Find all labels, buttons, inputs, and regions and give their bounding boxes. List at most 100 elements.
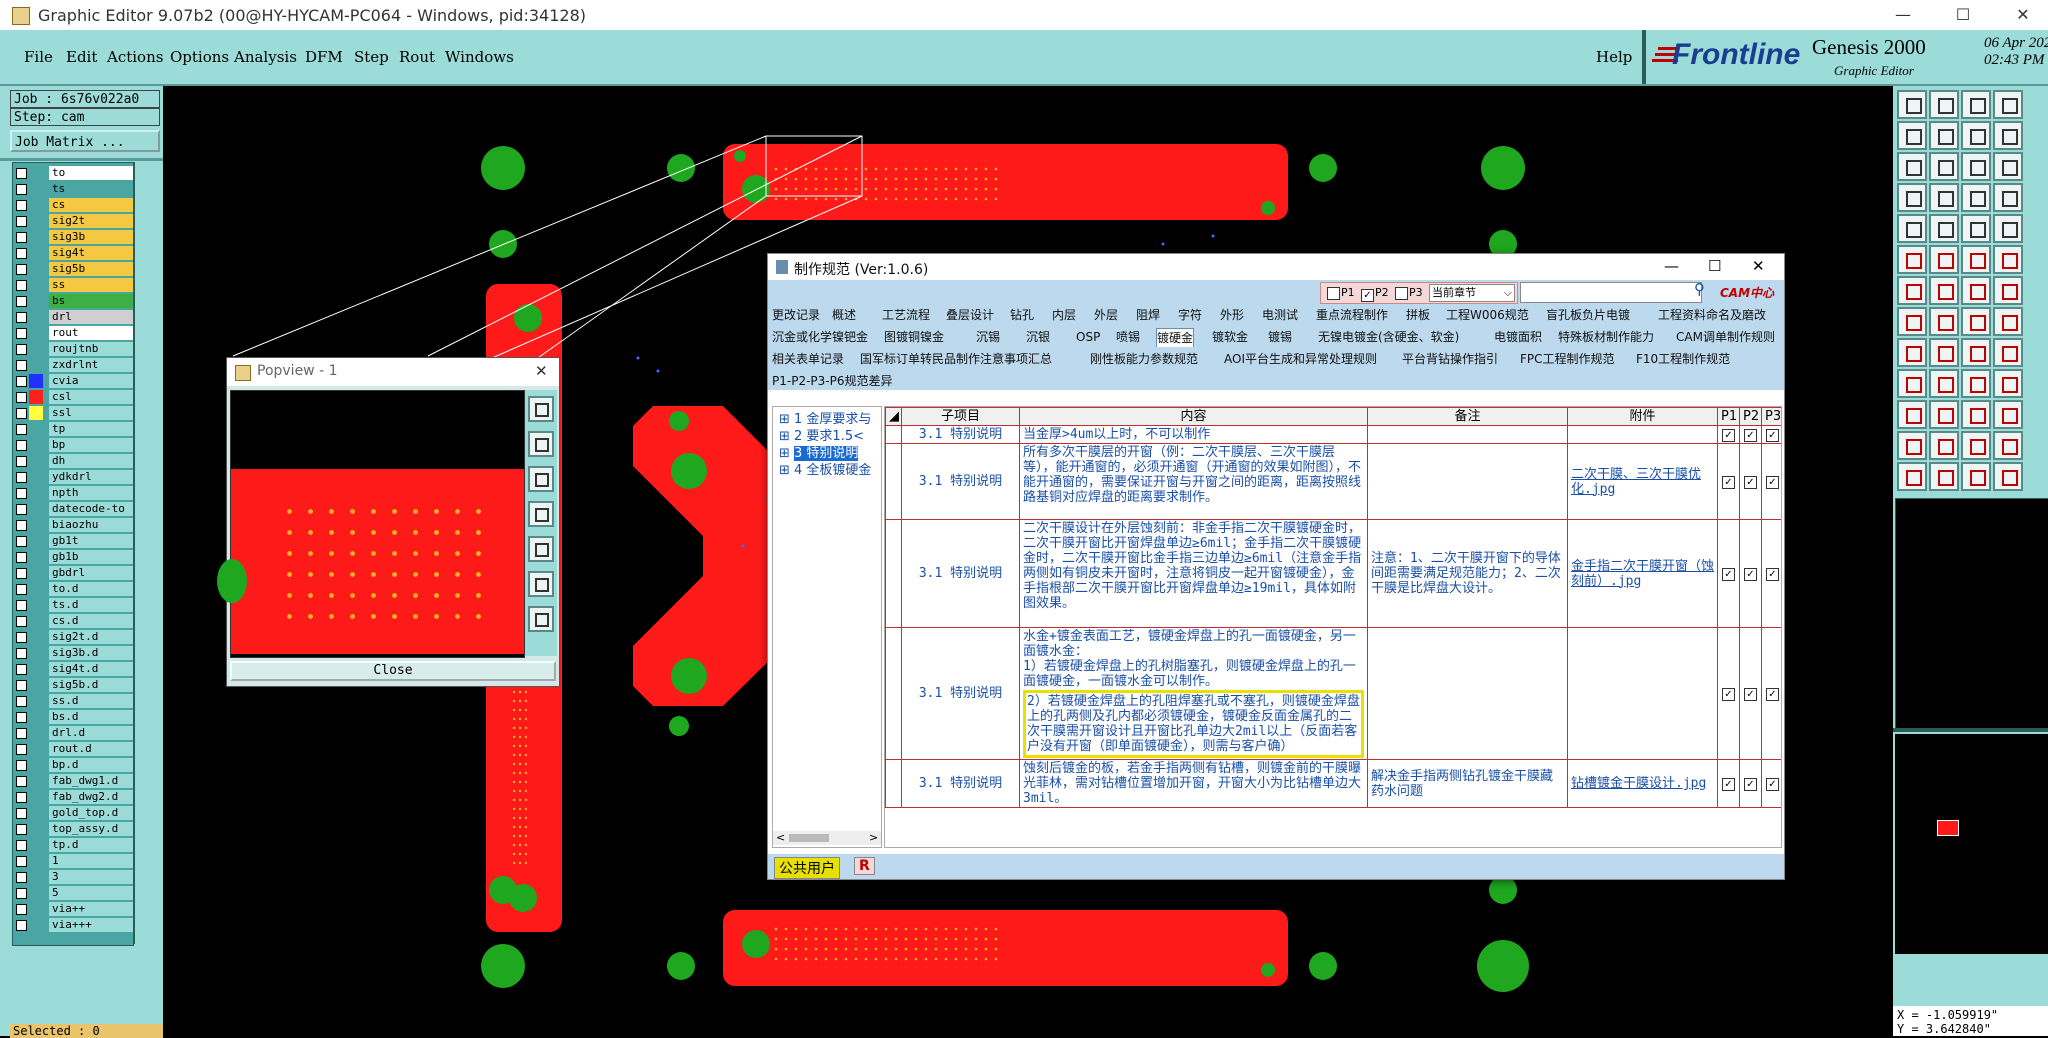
tab-3-0[interactable]: P1-P2-P3-P6规范差异 <box>772 372 892 390</box>
tab-2-2[interactable]: 刚性板能力参数规范 <box>1090 350 1198 368</box>
col-content[interactable]: 内容 <box>1019 407 1368 426</box>
layer-row[interactable]: drl <box>13 309 133 325</box>
layer-row[interactable]: datecode-to <box>13 501 133 517</box>
p3-checkbox[interactable]: ✓ <box>1766 688 1779 701</box>
tab-1-1[interactable]: 图镀铜镍金 <box>884 328 944 346</box>
popview-tool-button[interactable] <box>528 431 554 457</box>
layer-checkbox[interactable] <box>16 520 27 531</box>
p2-checkbox[interactable]: ✓ <box>1744 429 1757 442</box>
layer-checkbox[interactable] <box>16 200 27 211</box>
layer-checkbox[interactable] <box>16 216 27 227</box>
layer-row[interactable]: rout <box>13 325 133 341</box>
popview-canvas[interactable] <box>217 390 525 658</box>
layer-checkbox[interactable] <box>16 440 27 451</box>
filter-p1-checkbox[interactable] <box>1327 287 1340 304</box>
layer-row[interactable]: sig3b.d <box>13 645 133 661</box>
layer-checkbox[interactable] <box>16 552 27 563</box>
tab-0-12[interactable]: 拼板 <box>1406 306 1430 324</box>
popview-tool-button[interactable] <box>528 606 554 632</box>
layer-row[interactable]: bs.d <box>13 709 133 725</box>
scope-select[interactable]: 当前章节 ⌵ <box>1429 284 1515 302</box>
p1-checkbox[interactable]: ✓ <box>1722 429 1735 442</box>
layer-checkbox[interactable] <box>16 824 27 835</box>
layer-checkbox[interactable] <box>16 264 27 275</box>
layer-row[interactable]: ss.d <box>13 693 133 709</box>
layer-checkbox[interactable] <box>16 472 27 483</box>
layer-checkbox[interactable] <box>16 744 27 755</box>
tool-button[interactable] <box>1897 431 1927 460</box>
tool-button[interactable] <box>1961 431 1991 460</box>
layer-row[interactable]: tp <box>13 421 133 437</box>
tab-1-10[interactable]: 电镀面积 <box>1494 328 1542 346</box>
tree-item-3[interactable]: ⊞ 3 特别说明 <box>779 445 859 462</box>
layer-row[interactable]: via+++ <box>13 917 133 933</box>
menu-windows[interactable]: Windows <box>445 48 514 66</box>
col-p3[interactable]: P3 <box>1761 407 1781 426</box>
tab-2-1[interactable]: 国军标订单转民品制作注意事项汇总 <box>860 350 1052 368</box>
layer-checkbox[interactable] <box>16 696 27 707</box>
menu-step[interactable]: Step <box>354 48 389 66</box>
p2-checkbox[interactable]: ✓ <box>1744 476 1757 489</box>
layer-checkbox[interactable] <box>16 344 27 355</box>
layer-checkbox[interactable] <box>16 424 27 435</box>
popview-tool-button[interactable] <box>528 571 554 597</box>
layer-row[interactable]: csl <box>13 389 133 405</box>
tab-1-2[interactable]: 沉锡 <box>976 328 1000 346</box>
col-attachment[interactable]: 附件 <box>1567 407 1718 426</box>
layer-row[interactable]: top_assy.d <box>13 821 133 837</box>
scrollbar-thumb[interactable] <box>789 834 829 842</box>
tool-button[interactable] <box>1897 276 1927 305</box>
tool-button[interactable] <box>1929 369 1959 398</box>
layer-row[interactable]: ssl <box>13 405 133 421</box>
layer-checkbox[interactable] <box>16 360 27 371</box>
layer-row[interactable]: sig3b <box>13 229 133 245</box>
p2-checkbox[interactable]: ✓ <box>1744 688 1757 701</box>
layer-checkbox[interactable] <box>16 184 27 195</box>
close-button[interactable]: ✕ <box>2000 0 2046 30</box>
table-row[interactable]: 3.1 特别说明 所有多次干膜层的开窗（例：二次干膜层、三次干膜层等），能开通窗的… <box>885 443 1781 520</box>
layer-checkbox[interactable] <box>16 376 27 387</box>
tool-button[interactable] <box>1897 369 1927 398</box>
tool-button[interactable] <box>1993 90 2023 119</box>
layer-row[interactable]: to.d <box>13 581 133 597</box>
layer-checkbox[interactable] <box>16 680 27 691</box>
layer-row[interactable]: biaozhu <box>13 517 133 533</box>
col-p2[interactable]: P2 <box>1739 407 1762 426</box>
tool-button[interactable] <box>1961 338 1991 367</box>
table-row[interactable]: 3.1 特别说明 蚀刻后镀金的板，若金手指两侧有钻槽，则镀金前的干膜曝光菲林，需对… <box>885 759 1781 808</box>
tab-0-9[interactable]: 外形 <box>1220 306 1244 324</box>
tool-button[interactable] <box>1897 462 1927 491</box>
tab-1-8[interactable]: 镀锡 <box>1268 328 1292 346</box>
maximize-button[interactable]: ☐ <box>1940 0 1986 30</box>
layer-row[interactable]: drl.d <box>13 725 133 741</box>
tab-1-5[interactable]: 喷锡 <box>1116 328 1140 346</box>
tab-0-1[interactable]: 概述 <box>832 306 856 324</box>
popview-tool-button[interactable] <box>528 466 554 492</box>
tab-0-3[interactable]: 叠层设计 <box>946 306 994 324</box>
layer-row[interactable]: gb1b <box>13 549 133 565</box>
tool-button[interactable] <box>1929 462 1959 491</box>
menu-edit[interactable]: Edit <box>66 48 97 66</box>
layer-checkbox[interactable] <box>16 728 27 739</box>
menu-actions[interactable]: Actions <box>107 48 163 66</box>
tab-0-11[interactable]: 重点流程制作 <box>1316 306 1388 324</box>
tool-button[interactable] <box>1993 462 2023 491</box>
tab-0-10[interactable]: 电测试 <box>1262 306 1298 324</box>
tab-1-0[interactable]: 沉金或化学镍钯金 <box>772 328 868 346</box>
menu-rout[interactable]: Rout <box>399 48 435 66</box>
layer-row[interactable]: rout.d <box>13 741 133 757</box>
layer-row[interactable]: bp.d <box>13 757 133 773</box>
layer-checkbox[interactable] <box>16 808 27 819</box>
overview-map[interactable] <box>1895 734 2048 954</box>
tree-item-4[interactable]: ⊞ 4 全板镀硬金 <box>779 462 871 479</box>
tool-button[interactable] <box>1897 245 1927 274</box>
layer-checkbox[interactable] <box>16 488 27 499</box>
layer-checkbox[interactable] <box>16 168 27 179</box>
layer-row[interactable]: to <box>13 165 133 181</box>
layer-row[interactable]: ydkdrl <box>13 469 133 485</box>
tab-0-2[interactable]: 工艺流程 <box>882 306 930 324</box>
layer-row[interactable]: gb1t <box>13 533 133 549</box>
tool-button[interactable] <box>1929 245 1959 274</box>
p2-checkbox[interactable]: ✓ <box>1744 778 1757 791</box>
filter-p2-checkbox[interactable]: ✓ <box>1361 287 1374 302</box>
